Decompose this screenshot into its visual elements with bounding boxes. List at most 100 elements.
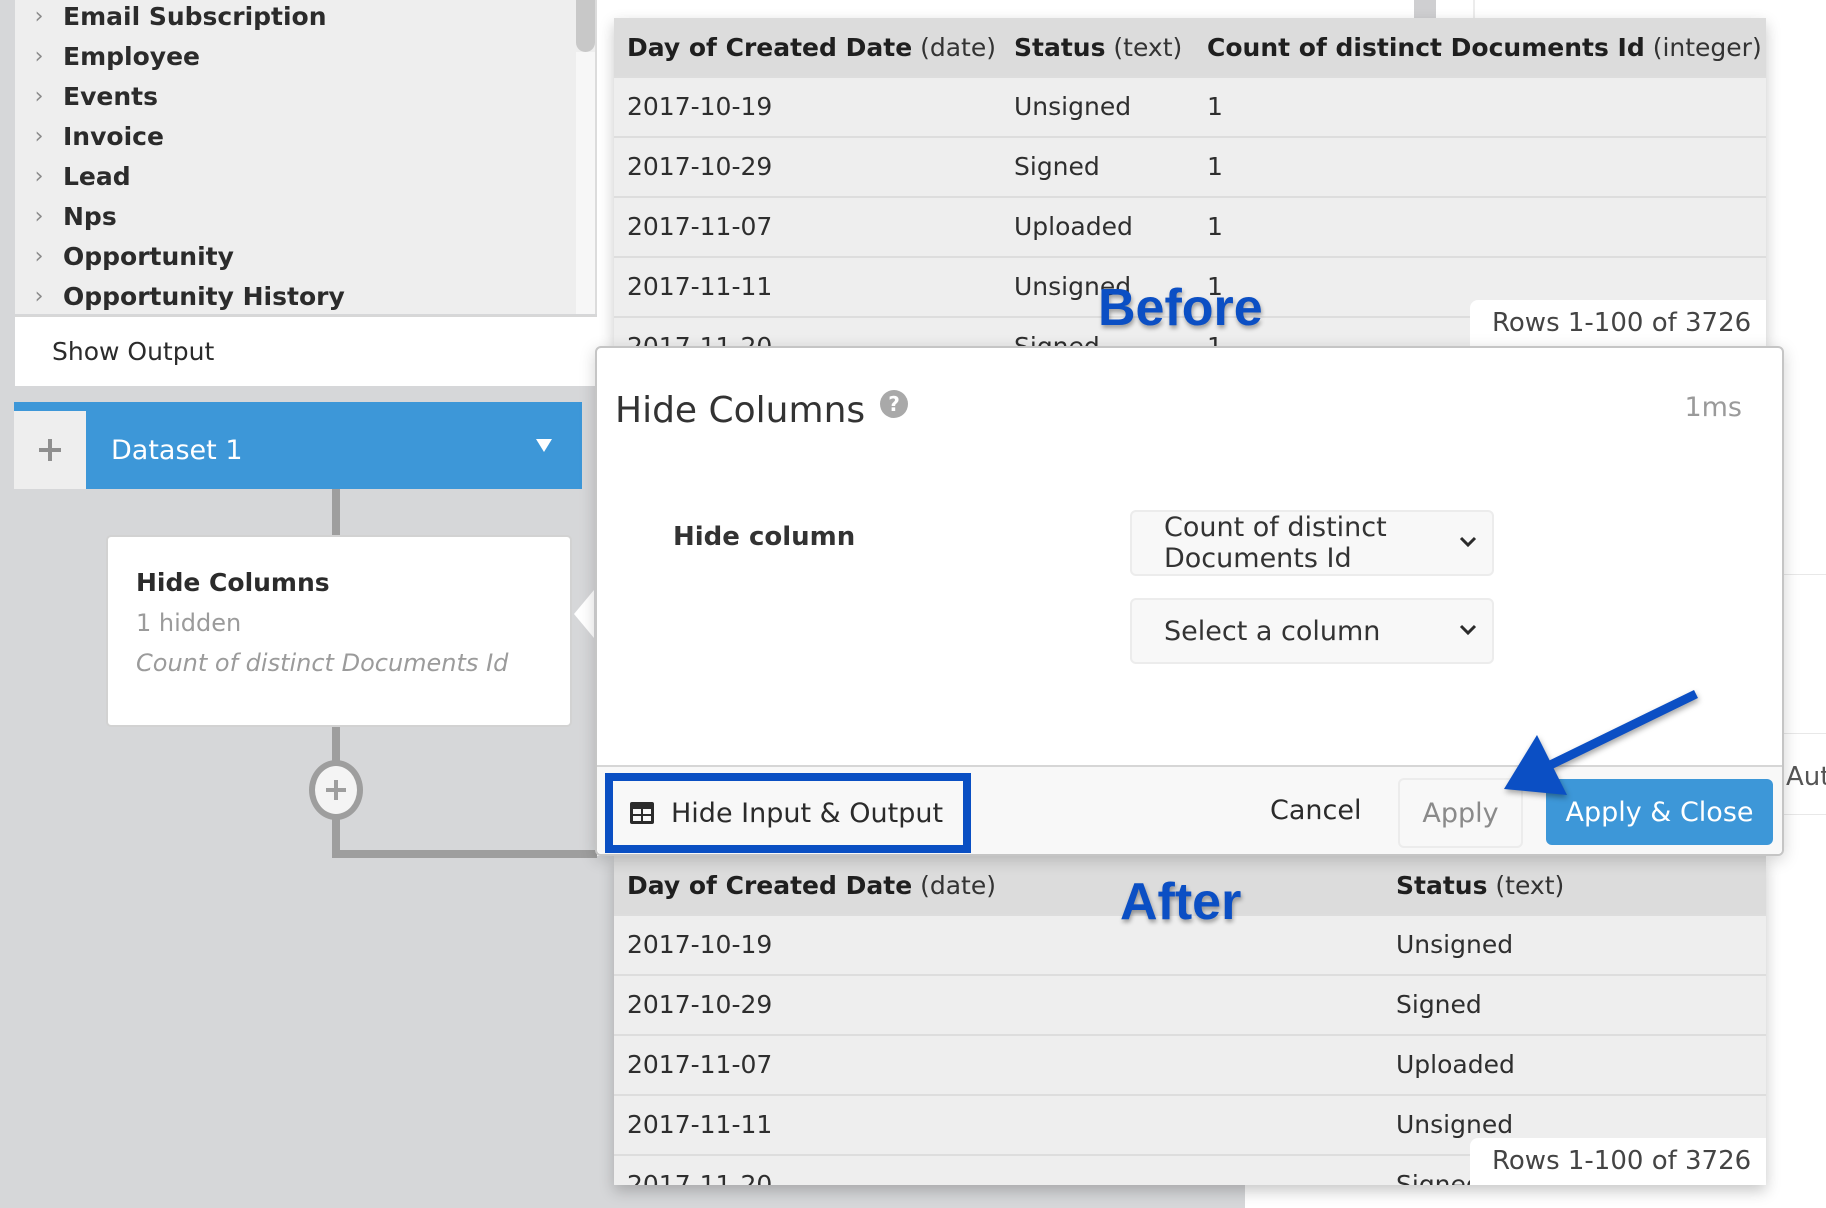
column-name: Status <box>1014 32 1106 62</box>
table-cell: 2017-10-29 <box>627 990 773 1019</box>
sidebar-scrollbar-thumb[interactable] <box>576 0 595 52</box>
hide-column-select[interactable]: Count of distinct Documents Id <box>1130 510 1494 576</box>
cancel-button[interactable]: Cancel <box>1270 767 1361 854</box>
chevron-right-icon: › <box>34 123 44 149</box>
column-type: (integer) <box>1652 32 1762 62</box>
column-header[interactable]: Status (text) <box>1396 871 1564 900</box>
sidebar-item-label: Invoice <box>63 121 164 151</box>
table-cell: 1 <box>1207 212 1223 241</box>
chevron-right-icon: › <box>34 283 44 309</box>
sidebar-item-nps[interactable]: › Nps <box>15 196 575 236</box>
sidebar-item-opportunity-history[interactable]: › Opportunity History <box>15 276 575 316</box>
hide-input-output-button[interactable]: Hide Input & Output <box>605 773 971 853</box>
table-cell: 2017-11-20 <box>627 332 772 346</box>
chevron-down-icon <box>1459 624 1477 636</box>
sidebar-item-label: Opportunity History <box>63 281 345 311</box>
sidebar-scrollbar-track[interactable] <box>576 52 595 314</box>
table-row: 2017-10-29 Signed <box>614 974 1766 1034</box>
column-type: (date) <box>920 870 996 900</box>
hide-io-label: Hide Input & Output <box>671 797 944 829</box>
plus-icon <box>326 780 346 800</box>
table-cell: Unsigned <box>1396 930 1514 959</box>
pipeline-connector <box>332 489 340 535</box>
column-type: (text) <box>1495 870 1565 900</box>
table-cell: 2017-11-11 <box>627 1110 773 1139</box>
annotation-after: After <box>1120 873 1242 931</box>
chevron-right-icon: › <box>34 203 44 229</box>
step-detail: Count of distinct Documents Id <box>136 649 509 677</box>
partial-label: Aut <box>1786 762 1826 792</box>
step-summary: 1 hidden <box>136 609 242 637</box>
table-row: 2017-11-07 Uploaded 1 <box>614 196 1766 256</box>
column-name: Day of Created Date <box>627 870 913 900</box>
column-header[interactable]: Status (text) <box>1014 33 1182 62</box>
table-cell: 2017-10-19 <box>627 930 773 959</box>
divider <box>1784 814 1826 815</box>
plus-icon <box>39 439 61 461</box>
sidebar-item-employee[interactable]: › Employee <box>15 36 575 76</box>
table-cell: 2017-10-19 <box>627 92 773 121</box>
column-name: Status <box>1396 870 1488 900</box>
chevron-right-icon: › <box>34 3 44 29</box>
show-output-label: Show Output <box>52 337 215 366</box>
panel-divider <box>1473 0 1475 20</box>
table-cell: 1 <box>1207 92 1223 121</box>
table-cell: 2017-11-07 <box>627 1050 773 1079</box>
table-row: 2017-11-07 Uploaded <box>614 1034 1766 1094</box>
sidebar-item-label: Employee <box>63 41 200 71</box>
annotation-before: Before <box>1098 279 1263 337</box>
column-header[interactable]: Day of Created Date (date) <box>627 871 996 900</box>
rows-count-badge: Rows 1-100 of 3726 <box>1470 300 1766 346</box>
sidebar-item-label: Lead <box>63 161 131 191</box>
table-cell: 2017-10-29 <box>627 152 773 181</box>
sidebar-item-label: Nps <box>63 201 117 231</box>
sidebar-item-email-subscription[interactable]: › Email Subscription <box>15 0 575 36</box>
chevron-right-icon: › <box>34 43 44 69</box>
question-circle-icon[interactable]: ? <box>880 390 908 418</box>
column-type: (text) <box>1113 32 1183 62</box>
divider <box>1784 574 1826 575</box>
sidebar-item-label: Events <box>63 81 158 111</box>
table-cell: Uploaded <box>1014 212 1133 241</box>
table-row: 2017-10-29 Signed 1 <box>614 136 1766 196</box>
table-cell: Signed <box>1396 990 1482 1019</box>
add-dataset-button[interactable] <box>14 411 86 489</box>
table-icon <box>630 802 654 824</box>
sidebar-item-opportunity[interactable]: › Opportunity <box>15 236 575 276</box>
table-cell: Uploaded <box>1396 1050 1515 1079</box>
sidebar-item-label: Opportunity <box>63 241 234 271</box>
pipeline-step-hide-columns[interactable]: Hide Columns 1 hidden Count of distinct … <box>106 535 572 727</box>
dataset-dropdown[interactable]: Dataset 1 <box>86 411 582 489</box>
sidebar-item-events[interactable]: › Events <box>15 76 575 116</box>
pipeline-connector <box>332 850 597 858</box>
table-cell: Unsigned <box>1014 92 1132 121</box>
table-cell: Unsigned <box>1396 1110 1514 1139</box>
step-title: Hide Columns <box>136 568 330 597</box>
add-step-button[interactable] <box>309 760 363 820</box>
sidebar-item-lead[interactable]: › Lead <box>15 156 575 196</box>
chevron-right-icon: › <box>34 243 44 269</box>
dataset-name: Dataset 1 <box>111 434 243 466</box>
sidebar-item-invoice[interactable]: › Invoice <box>15 116 575 156</box>
select-value: Count of distinct Documents Id <box>1164 512 1387 574</box>
add-column-select[interactable]: Select a column <box>1130 598 1494 664</box>
show-output-button[interactable]: Show Output <box>15 315 597 386</box>
caret-down-icon <box>536 439 552 452</box>
chevron-right-icon: › <box>34 163 44 189</box>
sidebar-item-label: Email Subscription <box>63 1 327 31</box>
select-value: Select a column <box>1164 615 1381 647</box>
column-header[interactable]: Day of Created Date (date) <box>627 33 996 62</box>
table-cell: Signed <box>1014 332 1100 346</box>
column-name: Count of distinct Documents Id <box>1207 32 1645 62</box>
column-type: (date) <box>920 32 996 62</box>
column-header[interactable]: Count of distinct Documents Id (integer) <box>1207 33 1762 62</box>
table-header: Day of Created Date (date) Status (text)… <box>614 18 1766 76</box>
table-cell: Signed <box>1396 1170 1482 1185</box>
divider <box>1784 733 1826 734</box>
execution-time: 1ms <box>1684 392 1742 423</box>
table-cell: 2017-11-20 <box>627 1170 773 1185</box>
table-row: 2017-10-19 Unsigned 1 <box>614 76 1766 136</box>
dataset-accent-bar <box>14 402 582 411</box>
table-cell: 1 <box>1207 152 1223 181</box>
content-scrollbar-thumb[interactable] <box>1414 0 1436 18</box>
